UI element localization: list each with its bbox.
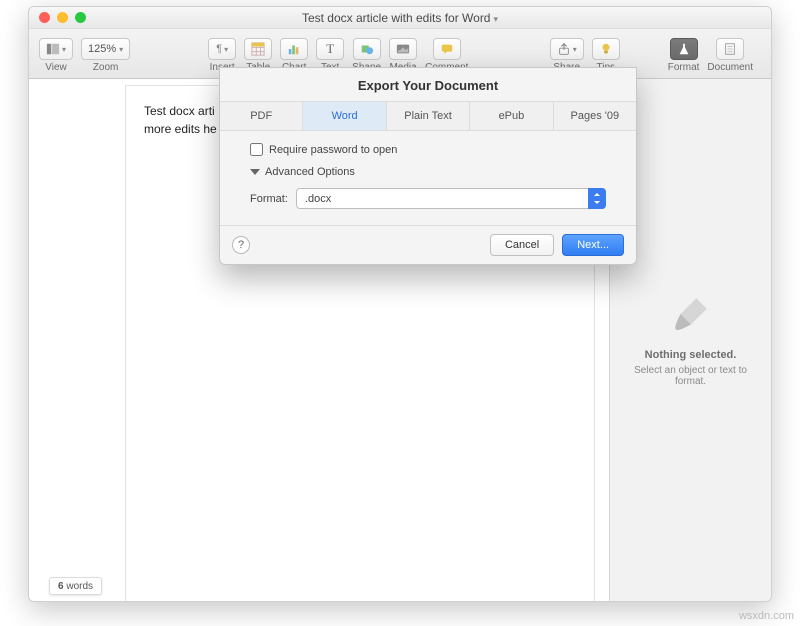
window-title: Test docx article with edits for Word▾ <box>29 11 771 25</box>
tips-button[interactable] <box>592 38 620 60</box>
app-window: Test docx article with edits for Word▾ ▾… <box>28 6 772 602</box>
view-button[interactable]: ▾ <box>39 38 73 60</box>
document-button[interactable] <box>716 38 744 60</box>
brush-icon <box>670 293 712 335</box>
next-button[interactable]: Next... <box>562 234 624 256</box>
shape-button[interactable] <box>353 38 381 60</box>
document-label: Document <box>707 62 753 73</box>
tab-pages09[interactable]: Pages '09 <box>554 102 636 130</box>
format-row: Format: .docx <box>250 188 606 209</box>
inspector-empty-title: Nothing selected. <box>645 349 737 361</box>
title-dropdown-icon[interactable]: ▾ <box>493 14 498 24</box>
format-label: Format <box>668 62 700 73</box>
select-stepper-icon[interactable] <box>588 188 606 209</box>
word-count-value: 6 <box>58 581 64 592</box>
advanced-options-label: Advanced Options <box>265 166 355 178</box>
table-button[interactable] <box>244 38 272 60</box>
advanced-options-toggle[interactable]: Advanced Options <box>250 166 606 178</box>
format-button[interactable] <box>670 38 698 60</box>
export-dialog-body: Require password to open Advanced Option… <box>220 131 636 225</box>
require-password-checkbox[interactable] <box>250 143 263 156</box>
inspector-empty-subtitle: Select an object or text to format. <box>620 365 761 387</box>
format-label: Format: <box>250 193 288 205</box>
minimize-icon[interactable] <box>57 12 68 23</box>
word-count-bar[interactable]: 6 words <box>49 577 102 595</box>
comment-button[interactable] <box>433 38 461 60</box>
share-button[interactable]: ▾ <box>550 38 584 60</box>
media-button[interactable] <box>389 38 417 60</box>
close-icon[interactable] <box>39 12 50 23</box>
chart-button[interactable] <box>280 38 308 60</box>
zoom-label: Zoom <box>93 62 119 73</box>
window-controls <box>29 12 86 23</box>
word-count-label: words <box>66 581 93 592</box>
export-dialog: Export Your Document PDF Word Plain Text… <box>219 67 637 265</box>
tab-epub[interactable]: ePub <box>470 102 553 130</box>
watermark: wsxdn.com <box>739 610 794 622</box>
require-password-label: Require password to open <box>269 144 397 156</box>
document-text-line[interactable]: Test docx arti <box>144 104 215 118</box>
insert-button[interactable]: ¶▾ <box>208 38 236 60</box>
require-password-row[interactable]: Require password to open <box>250 143 606 156</box>
zoom-button[interactable]: 125%▾ <box>81 38 130 60</box>
disclosure-triangle-icon <box>250 169 260 175</box>
zoom-icon[interactable] <box>75 12 86 23</box>
format-select-value: .docx <box>305 193 331 205</box>
export-dialog-footer: ? Cancel Next... <box>220 225 636 264</box>
export-dialog-title: Export Your Document <box>220 68 636 101</box>
zoom-value: 125% <box>88 43 116 55</box>
tab-pdf[interactable]: PDF <box>220 102 303 130</box>
window-title-text: Test docx article with edits for Word <box>302 11 491 25</box>
help-button[interactable]: ? <box>232 236 250 254</box>
text-button[interactable]: T <box>316 38 344 60</box>
document-text-line[interactable]: more edits he <box>144 122 217 136</box>
cancel-button[interactable]: Cancel <box>490 234 554 256</box>
tab-plain-text[interactable]: Plain Text <box>387 102 470 130</box>
format-select[interactable]: .docx <box>296 188 606 209</box>
export-format-tabs: PDF Word Plain Text ePub Pages '09 <box>220 101 636 131</box>
view-label: View <box>45 62 67 73</box>
tab-word[interactable]: Word <box>303 102 386 130</box>
title-bar: Test docx article with edits for Word▾ <box>29 7 771 29</box>
